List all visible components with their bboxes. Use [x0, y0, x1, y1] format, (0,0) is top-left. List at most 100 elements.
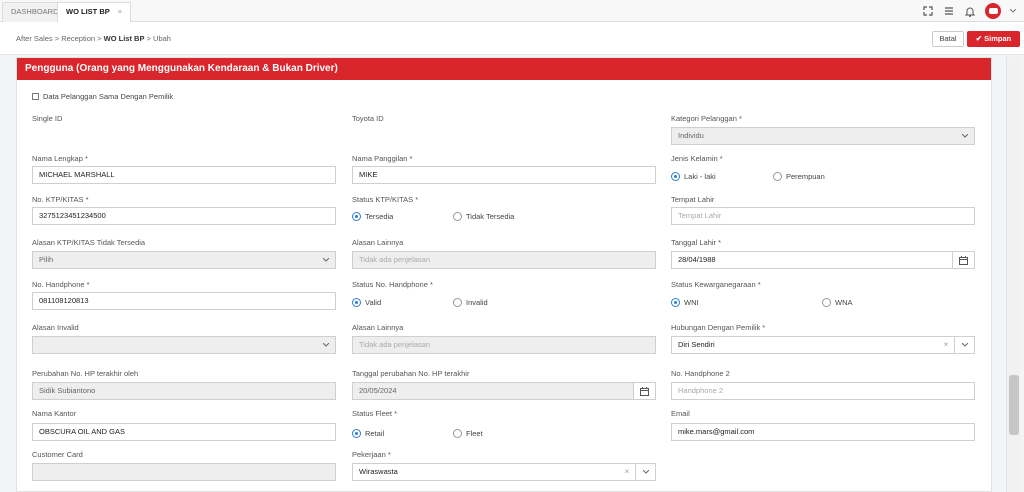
radio-invalid[interactable]: Invalid: [453, 298, 488, 307]
scrollbar[interactable]: [1006, 57, 1020, 492]
radio-label: Tidak Tersedia: [466, 212, 515, 221]
breadcrumb-action: Ubah: [153, 34, 171, 43]
tanggal-perubahan-input: 20/05/2024: [352, 382, 656, 400]
top-icons: [922, 3, 1016, 19]
radio-dot[interactable]: [453, 212, 462, 221]
menu-icon[interactable]: [943, 5, 955, 17]
radio-perempuan[interactable]: Perempuan: [773, 172, 825, 181]
handphone-input[interactable]: 081108120813: [32, 292, 336, 310]
pekerjaan-select[interactable]: Wiraswasta ×: [352, 463, 656, 481]
chevron-down-icon: [317, 252, 335, 268]
kategori-select[interactable]: Individu: [671, 127, 975, 145]
bell-icon[interactable]: [964, 5, 976, 17]
handphone2-input[interactable]: Handphone 2: [671, 382, 975, 400]
radio-valid[interactable]: Valid: [352, 298, 381, 307]
radio-label: WNA: [835, 298, 853, 307]
hubungan-label: Hubungan Dengan Pemilik *: [671, 323, 766, 332]
breadcrumb-reception[interactable]: Reception: [61, 34, 95, 43]
perubahan-hp-label: Perubahan No. HP terakhir oleh: [32, 369, 139, 378]
customer-card-input: [32, 463, 336, 481]
radio-label: WNI: [684, 298, 699, 307]
alasan-lainnya-2-placeholder: Tidak ada penjelasan: [359, 340, 431, 349]
car-icon: [988, 8, 998, 14]
radio-tersedia[interactable]: Tersedia: [352, 212, 393, 221]
alasan-lainnya-2-label: Alasan Lainnya: [352, 323, 404, 332]
pekerjaan-value: Wiraswasta: [359, 467, 398, 476]
radio-wni[interactable]: WNI: [671, 298, 699, 307]
hubungan-select[interactable]: Diri Sendiri ×: [671, 336, 975, 354]
radio-dot[interactable]: [352, 429, 361, 438]
chevron-down-icon[interactable]: [1010, 5, 1016, 17]
clear-icon[interactable]: ×: [940, 337, 952, 353]
tanggal-lahir-label: Tanggal Lahir *: [671, 238, 722, 247]
breadcrumb-root[interactable]: After Sales: [16, 34, 53, 43]
radio-dot[interactable]: [352, 298, 361, 307]
ktp-input[interactable]: 3275123451234500: [32, 207, 336, 225]
radio-label: Laki - laki: [684, 172, 716, 181]
breadcrumb-separator: >: [146, 34, 151, 43]
tab-label: DASHBOARD: [11, 7, 59, 16]
tempat-lahir-label: Tempat Lahir: [671, 195, 715, 204]
alasan-ktp-select[interactable]: Pilih: [32, 251, 336, 269]
radio-retail[interactable]: Retail: [352, 429, 384, 438]
handphone2-label: No. Handphone 2: [671, 369, 730, 378]
email-input[interactable]: mike.mars@gmail.com: [671, 423, 975, 441]
breadcrumb-separator: >: [54, 34, 60, 43]
save-button[interactable]: ✔ Simpan: [967, 31, 1020, 47]
radio-dot[interactable]: [453, 298, 462, 307]
radio-label: Retail: [365, 429, 385, 438]
alasan-invalid-select[interactable]: [32, 336, 336, 354]
tempat-lahir-placeholder: Tempat Lahir: [678, 211, 722, 220]
radio-dot[interactable]: [453, 429, 462, 438]
jenis-kelamin-label: Jenis Kelamin *: [671, 154, 723, 163]
tempat-lahir-input[interactable]: Tempat Lahir: [671, 207, 975, 225]
tanggal-perubahan-value: 20/05/2024: [359, 386, 397, 395]
alasan-ktp-label: Alasan KTP/KITAS Tidak Tersedia: [32, 238, 146, 247]
avatar[interactable]: [985, 3, 1001, 19]
toyota-id-label: Toyota ID: [352, 114, 384, 123]
tab-close-icon[interactable]: ×: [118, 7, 122, 16]
radio-fleet[interactable]: Fleet: [453, 429, 483, 438]
radio-label: Fleet: [466, 429, 483, 438]
nama-kantor-input[interactable]: OBSCURA OIL AND GAS: [32, 423, 336, 441]
expand-icon[interactable]: [922, 5, 934, 17]
same-as-owner-checkbox[interactable]: Data Pelanggan Sama Dengan Pemilik: [32, 92, 173, 101]
tab-wo-list-bp[interactable]: WO LIST BP ×: [57, 2, 132, 22]
chevron-down-icon: [956, 128, 974, 144]
checkbox-box[interactable]: [32, 93, 39, 100]
chevron-down-icon: [317, 337, 335, 353]
radio-wna[interactable]: WNA: [822, 298, 853, 307]
scroll-thumb[interactable]: [1009, 375, 1019, 435]
nama-panggilan-label: Nama Panggilan *: [352, 154, 413, 163]
tanggal-perubahan-label: Tanggal perubahan No. HP terakhir: [352, 369, 470, 378]
cancel-button[interactable]: Batal: [932, 31, 964, 47]
nama-lengkap-input[interactable]: MICHAEL MARSHALL: [32, 166, 336, 184]
tanggal-lahir-input[interactable]: 28/04/1988: [671, 251, 975, 269]
email-label: Email: [671, 409, 690, 418]
alasan-lainnya-2-input[interactable]: Tidak ada penjelasan: [352, 336, 656, 354]
chevron-down-icon[interactable]: [635, 464, 655, 480]
radio-dot[interactable]: [773, 172, 782, 181]
alasan-lainnya-input[interactable]: Tidak ada penjelasan: [352, 251, 656, 269]
radio-tidak-tersedia[interactable]: Tidak Tersedia: [453, 212, 514, 221]
radio-dot[interactable]: [352, 212, 361, 221]
radio-laki-laki[interactable]: Laki - laki: [671, 172, 716, 181]
calendar-icon[interactable]: [633, 383, 655, 399]
tanggal-lahir-value: 28/04/1988: [678, 255, 716, 264]
nama-kantor-label: Nama Kantor: [32, 409, 77, 418]
radio-dot[interactable]: [671, 172, 680, 181]
alasan-invalid-label: Alasan Invalid: [32, 323, 79, 332]
breadcrumb-current[interactable]: WO List BP: [104, 34, 145, 43]
clear-icon[interactable]: ×: [621, 464, 633, 480]
radio-label: Invalid: [466, 298, 488, 307]
nama-panggilan-input[interactable]: MIKE: [352, 166, 656, 184]
calendar-icon[interactable]: [952, 252, 974, 268]
perubahan-hp-input: Sidik Subiantono: [32, 382, 336, 400]
status-fleet-label: Status Fleet *: [352, 409, 398, 418]
radio-label: Tersedia: [365, 212, 394, 221]
status-hp-label: Status No. Handphone *: [352, 280, 433, 289]
radio-dot[interactable]: [671, 298, 680, 307]
radio-dot[interactable]: [822, 298, 831, 307]
chevron-down-icon[interactable]: [954, 337, 974, 353]
handphone2-placeholder: Handphone 2: [678, 386, 724, 395]
